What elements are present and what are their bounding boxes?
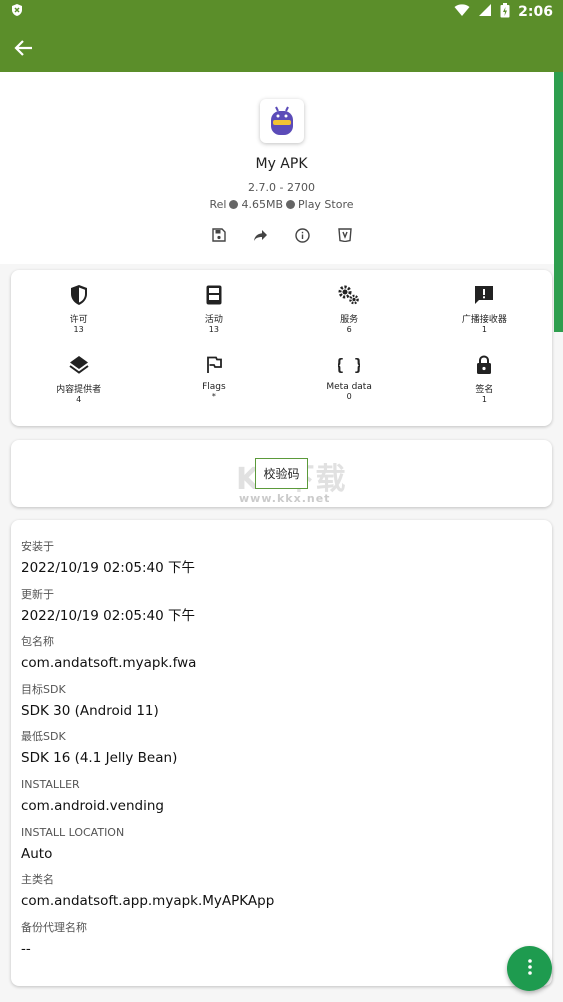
- detail-label: INSTALL LOCATION: [21, 825, 125, 839]
- detail-installer: INSTALLER com.android.vending: [21, 778, 542, 826]
- component-count: 0: [346, 392, 352, 401]
- detail-label: 主类名: [21, 873, 54, 887]
- separator-dot-icon: [286, 200, 295, 209]
- detail-target-sdk: 目标SDK SDK 30 (Android 11): [21, 683, 542, 731]
- braces-icon: { }: [338, 354, 360, 376]
- release-type: Rel: [209, 198, 227, 211]
- detail-package-name: 包名称 com.andatsoft.myapk.fwa: [21, 635, 542, 683]
- detail-value: SDK 30 (Android 11): [21, 702, 159, 719]
- detail-label: INSTALLER: [21, 777, 80, 791]
- component-label: 活动: [204, 315, 223, 325]
- wifi-icon: [454, 3, 470, 21]
- watermark-url: www.kkx.net: [239, 492, 331, 505]
- detail-install-date: 安装于 2022/10/19 02:05:40 下午: [21, 540, 542, 588]
- svg-text:{ }: { }: [338, 356, 360, 374]
- detail-value: com.andatsoft.app.myapk.MyAPKApp: [21, 893, 275, 910]
- component-flags[interactable]: Flags *: [146, 354, 281, 412]
- detail-install-location: INSTALL LOCATION Auto: [21, 826, 542, 874]
- detail-value: com.andatsoft.myapk.fwa: [21, 655, 197, 672]
- action-row: [209, 225, 355, 245]
- shield-notification-icon: [10, 3, 24, 21]
- component-signatures[interactable]: 签名 1: [417, 354, 552, 412]
- detail-min-sdk: 最低SDK SDK 16 (4.1 Jelly Bean): [21, 730, 542, 778]
- component-count: 13: [73, 325, 84, 334]
- component-label: Flags: [202, 382, 226, 392]
- checksum-button[interactable]: 校验码: [255, 458, 308, 489]
- component-label: 许可: [69, 315, 88, 325]
- component-label: Meta data: [326, 382, 372, 392]
- component-count: 4: [76, 395, 82, 404]
- save-icon[interactable]: [209, 225, 229, 245]
- app-version: 2.7.0 - 2700: [248, 181, 315, 194]
- app-bar: [0, 24, 563, 72]
- detail-value: 2022/10/19 02:05:40 下午: [21, 560, 196, 576]
- component-receivers[interactable]: 广播接收器 1: [417, 284, 552, 342]
- activity-icon: [203, 284, 225, 306]
- detail-label: 安装于: [21, 540, 54, 553]
- app-size: 4.65MB: [241, 198, 283, 211]
- component-count: 1: [481, 325, 487, 334]
- more-options-button[interactable]: [507, 946, 552, 991]
- component-count: 13: [208, 325, 219, 334]
- detail-value: 2022/10/19 02:05:40 下午: [21, 607, 196, 624]
- detail-value: SDK 16 (4.1 Jelly Bean): [21, 750, 178, 767]
- scroll-indicator[interactable]: [554, 72, 563, 332]
- shield-icon: [68, 284, 90, 306]
- detail-value: com.android.vending: [21, 797, 164, 814]
- detail-label: 备份代理名称: [21, 920, 87, 934]
- back-arrow-icon[interactable]: [10, 34, 38, 62]
- layers-icon: [68, 354, 90, 376]
- component-activities[interactable]: 活动 13: [146, 284, 281, 342]
- component-services[interactable]: 服务 6: [282, 284, 417, 342]
- status-bar: 2:06: [0, 0, 563, 24]
- detail-label: 包名称: [21, 635, 54, 649]
- component-providers[interactable]: 内容提供者 4: [11, 354, 146, 412]
- lock-icon: [473, 354, 495, 376]
- detail-main-class: 主类名 com.andatsoft.app.myapk.MyAPKApp: [21, 873, 542, 921]
- component-permissions[interactable]: 许可 13: [11, 284, 146, 342]
- detail-backup-agent: 备份代理名称 --: [21, 921, 542, 969]
- app-meta: Rel 4.65MB Play Store: [209, 198, 353, 211]
- component-label: 广播接收器: [461, 315, 507, 325]
- component-count: 6: [346, 325, 352, 334]
- checksum-card: 校验码 KK下载 www.kkx.net: [11, 440, 552, 507]
- info-icon[interactable]: [293, 225, 313, 245]
- separator-dot-icon: [229, 200, 239, 209]
- component-label: 签名: [475, 385, 494, 395]
- app-name: My APK: [255, 156, 308, 172]
- alert-message-icon: [473, 284, 495, 306]
- component-count: 1: [481, 395, 487, 404]
- detail-label: 目标SDK: [21, 682, 66, 696]
- component-count: *: [211, 392, 216, 401]
- component-meta-data[interactable]: { } Meta data 0: [282, 354, 417, 412]
- component-label: 服务: [340, 315, 359, 325]
- clock-time: 2:06: [518, 4, 553, 20]
- details-card: 安装于 2022/10/19 02:05:40 下午 更新于 2022/10/1…: [11, 520, 552, 986]
- share-icon[interactable]: [251, 225, 271, 245]
- gears-icon: [338, 284, 360, 306]
- detail-value: --: [21, 940, 31, 957]
- detail-value: Auto: [21, 845, 53, 862]
- app-logo-icon: [259, 99, 304, 143]
- detail-label: 更新于: [21, 587, 54, 601]
- more-vert-icon: [527, 958, 532, 979]
- manifest-icon[interactable]: [335, 225, 355, 245]
- detail-update-date: 更新于 2022/10/19 02:05:40 下午: [21, 588, 542, 636]
- component-label: 内容提供者: [56, 385, 102, 395]
- signal-icon: [478, 3, 492, 21]
- components-card: 许可 13 活动 13 服务 6 广播接收器 1 内容提供者 4 Flags *…: [11, 270, 552, 426]
- detail-label: 最低SDK: [21, 730, 66, 744]
- flag-icon: [203, 354, 225, 376]
- install-source: Play Store: [298, 198, 354, 211]
- battery-icon: [500, 2, 510, 22]
- app-header: My APK 2.7.0 - 2700 Rel 4.65MB Play Stor…: [0, 72, 563, 264]
